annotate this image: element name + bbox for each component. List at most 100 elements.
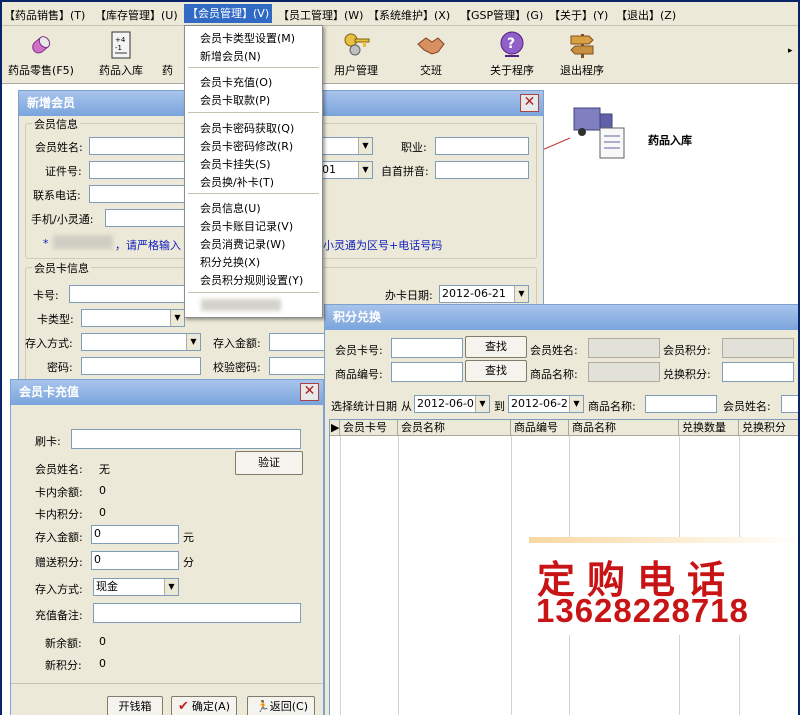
card-no-input[interactable] [69, 285, 185, 303]
col-header-exchange-qty[interactable]: 兑换数量 [679, 420, 739, 436]
exchange-points-input[interactable] [722, 362, 794, 382]
col-header-member-name[interactable]: 会员名称 [398, 420, 511, 436]
verify-button[interactable]: 验证 [235, 451, 303, 475]
card-number-input[interactable] [391, 338, 463, 358]
signpost-icon [567, 30, 597, 60]
running-man-icon: 🏃 [256, 700, 270, 713]
points-exchange-window: 积分兑换 会员卡号: 查找 会员姓名: 会员积分: 商品编号: 查找 商品名称:… [324, 304, 798, 715]
menu-about[interactable]: 【关于】(Y) [549, 7, 608, 23]
from-date-picker[interactable]: 2012-06-01 ▼ [414, 395, 490, 413]
keys-icon [341, 30, 371, 60]
menu-member-management[interactable]: 【会员管理】(V) [184, 4, 273, 23]
tb-about-button[interactable]: ? 关于程序 [484, 30, 540, 78]
menu-employee[interactable]: 【员工管理】(W) [278, 7, 363, 23]
menu-item-add-member[interactable]: 新增会员(N) [200, 48, 261, 64]
menu-item-password-change[interactable]: 会员卡密码修改(R) [200, 138, 293, 154]
toolbar-overflow-icon[interactable]: ▸ [788, 46, 793, 56]
find-card-button[interactable]: 查找 [465, 336, 527, 358]
tb-shift-handover-button[interactable]: 交班 [408, 30, 454, 78]
deposit-method-select[interactable]: ▼ [81, 333, 201, 351]
chevron-down-icon: ▼ [170, 310, 184, 326]
confirm-password-input[interactable] [269, 357, 329, 375]
menu-item-consumption-records[interactable]: 会员消费记录(W) [200, 236, 285, 252]
menu-separator [188, 292, 319, 293]
mobile-input[interactable] [105, 209, 185, 227]
tb-label: 药 [162, 64, 173, 77]
from-label: 从 [401, 400, 412, 413]
swipe-card-input[interactable] [71, 429, 301, 449]
truck-document-icon [570, 104, 630, 167]
password-input[interactable] [81, 357, 201, 375]
menu-item-password-retrieve[interactable]: 会员卡密码获取(Q) [200, 120, 294, 136]
member-filter-input[interactable] [781, 395, 798, 413]
menu-system[interactable]: 【系统维护】(X) [368, 7, 450, 23]
menu-item-points-rules[interactable]: 会员积分规则设置(Y) [200, 272, 303, 288]
menu-drug-sales[interactable]: 【药品销售】(T) [4, 7, 85, 23]
grid-line [511, 436, 512, 715]
bonus-points-input[interactable]: 0 [91, 551, 179, 570]
payment-method-select[interactable]: 现金 ▼ [93, 578, 179, 596]
menu-inventory[interactable]: 【库存管理】(U) [95, 7, 178, 23]
menu-separator [188, 112, 319, 113]
deposit-amount-input[interactable] [269, 333, 329, 351]
balance-value: 0 [99, 484, 106, 497]
tb-drug-retail-button[interactable]: 药品零售(F5) [6, 30, 76, 78]
tb-user-management-button[interactable]: 用户管理 [328, 30, 384, 78]
product-code-input[interactable] [391, 362, 463, 382]
back-button[interactable]: 🏃 返回(C) [247, 696, 315, 715]
confirm-button[interactable]: ✔ 确定(A) [171, 696, 237, 715]
remark-input[interactable] [93, 603, 301, 623]
product-code-label: 商品编号: [335, 368, 383, 381]
card-label: 会员卡号: [335, 344, 383, 357]
menu-item-replace-card[interactable]: 会员换/补卡(T) [200, 174, 274, 190]
tb-partial-button[interactable]: 药 [162, 30, 182, 78]
chevron-down-icon: ▼ [358, 162, 372, 178]
menu-separator [188, 67, 319, 68]
col-header-card-no[interactable]: 会员卡号 [340, 420, 398, 436]
to-date-picker[interactable]: 2012-06-21 ▼ [508, 395, 584, 413]
occupation-label: 职业: [401, 141, 427, 154]
tb-drug-stockin-button[interactable]: +4 -1 药品入库 [90, 30, 152, 78]
member-name-input[interactable] [89, 137, 185, 155]
birthdate-select[interactable]: -01 ▼ [315, 161, 373, 179]
deposit-amount-input[interactable]: 0 [91, 525, 179, 544]
mobile-label: 手机/小灵通: [31, 213, 94, 226]
open-cash-drawer-button[interactable]: 开钱箱 [107, 696, 163, 715]
stockin-shortcut[interactable] [570, 104, 630, 164]
member-name-field [588, 338, 660, 358]
menu-item-member-info[interactable]: 会员信息(U) [200, 200, 261, 216]
phone-input[interactable] [89, 185, 185, 203]
col-header-exchange-points[interactable]: 兑换积分 [739, 420, 798, 436]
occupation-input[interactable] [435, 137, 529, 155]
member-management-menu: 会员卡类型设置(M) 新增会员(N) 会员卡充值(O) 会员卡取款(P) 会员卡… [184, 25, 323, 318]
menu-item-report-lost[interactable]: 会员卡挂失(S) [200, 156, 271, 172]
col-header-product-code[interactable]: 商品编号 [511, 420, 569, 436]
pinyin-label: 自首拼音: [381, 165, 429, 178]
close-icon[interactable]: ✕ [520, 94, 539, 112]
menu-gsp[interactable]: 【GSP管理】(G) [460, 7, 543, 23]
menu-item-points-exchange[interactable]: 积分兑换(X) [200, 254, 260, 270]
col-header-product-name[interactable]: 商品名称 [569, 420, 679, 436]
find-product-button[interactable]: 查找 [465, 360, 527, 382]
deposit-method-label: 存入方式: [25, 337, 73, 350]
card-type-select[interactable]: ▼ [81, 309, 185, 327]
pinyin-input[interactable] [435, 161, 529, 179]
id-number-input[interactable] [89, 161, 185, 179]
calculator-icon: +4 -1 [106, 30, 136, 60]
product-filter-input[interactable] [645, 395, 717, 413]
menu-item-account-records[interactable]: 会员卡账目记录(V) [200, 218, 293, 234]
member-name-value: 无 [99, 463, 110, 476]
chevron-down-icon: ▼ [475, 396, 489, 412]
points-label: 会员积分: [663, 344, 711, 357]
gender-select[interactable]: ▼ [315, 137, 373, 155]
menu-item-card-withdraw[interactable]: 会员卡取款(P) [200, 92, 270, 108]
issue-date-picker[interactable]: 2012-06-21 ▼ [439, 285, 529, 303]
tb-label: 关于程序 [490, 64, 534, 77]
menu-exit[interactable]: 【退出】(Z) [616, 7, 676, 23]
tb-label: 交班 [420, 64, 442, 77]
menu-item-card-type-settings[interactable]: 会员卡类型设置(M) [200, 30, 295, 46]
bonus-label: 赠送积分: [35, 556, 83, 569]
close-icon[interactable]: ✕ [300, 383, 319, 401]
tb-exit-button[interactable]: 退出程序 [554, 30, 610, 78]
menu-item-card-recharge[interactable]: 会员卡充值(O) [200, 74, 272, 90]
